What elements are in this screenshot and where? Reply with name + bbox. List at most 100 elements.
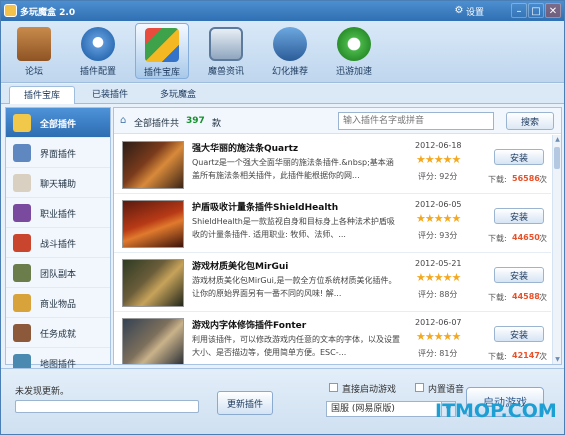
toolbar-transmog-label: 幻化推荐 [271, 67, 308, 77]
rating-stars-icon: ★★★★★ [416, 153, 461, 166]
voice-checkbox[interactable] [415, 383, 424, 392]
house-icon [17, 27, 51, 61]
search-input[interactable] [338, 112, 494, 130]
list-item[interactable]: 游戏材质美化包MirGui 游戏材质美化包MirGui,是一款全方位系统材质美化… [114, 253, 551, 312]
list-header: ⌂ 全部插件共 397 款 搜索 [114, 108, 561, 134]
list-item[interactable]: 强大华丽的施法条Quartz Quartz是一个强大全面华丽的施法条插件.&nb… [114, 135, 551, 194]
download-count: 56586 [512, 174, 540, 183]
list-item[interactable]: 护盾吸收计量条插件ShieldHealth ShieldHealth是一款监视自… [114, 194, 551, 253]
tab-bar: 插件宝库 已装插件 多玩魔盒 [1, 84, 564, 104]
plugin-description: Quartz是一个强大全面华丽的施法条插件.&nbsp;基本涵盖所有施法条相关插… [192, 158, 394, 180]
scroll-up-icon[interactable]: ▲ [553, 135, 562, 144]
download-label: 下载: [488, 352, 507, 361]
toolbar-forum-label: 论坛 [24, 67, 43, 77]
total-count: 397 [186, 116, 205, 126]
update-progress-bar [15, 400, 199, 413]
toolbar-wow-news-label: 魔兽资讯 [207, 67, 244, 77]
main-toolbar: 论坛 插件配置 插件宝库 魔兽资讯 幻化推荐 迅游加速 [1, 21, 564, 83]
title-bar: 多玩魔盒 2.0 ⚙ 设置 – □ ✕ [1, 1, 564, 21]
sidebar-item-quest[interactable]: 任务成就 [6, 318, 110, 348]
sidebar-item-label: 战斗插件 [40, 240, 77, 250]
plugin-thumbnail [122, 200, 184, 248]
sidebar-item-label: 团队副本 [40, 270, 77, 280]
watermark: ITMOP.COM [435, 400, 557, 422]
plugin-date: 2012-05-21 [415, 259, 462, 268]
download-unit: 次 [539, 352, 547, 361]
plugin-name[interactable]: 护盾吸收计量条插件ShieldHealth [192, 200, 338, 213]
toolbar-plugin-config[interactable]: 插件配置 [71, 23, 125, 79]
close-button[interactable]: ✕ [545, 3, 561, 18]
speed-icon [337, 27, 371, 61]
download-label: 下载: [488, 293, 507, 302]
toolbar-wow-news[interactable]: 魔兽资讯 [199, 23, 253, 79]
toolbar-plugin-store-label: 插件宝库 [143, 68, 180, 78]
download-label: 下载: [488, 175, 507, 184]
update-plugins-button[interactable]: 更新插件 [217, 391, 273, 415]
toolbar-forum[interactable]: 论坛 [7, 23, 61, 79]
search-button[interactable]: 搜索 [506, 112, 554, 130]
sidebar-item-class[interactable]: 职业插件 [6, 198, 110, 228]
disc-icon [81, 27, 115, 61]
class-icon [13, 204, 31, 222]
plugin-score: 评分: 92分 [418, 172, 458, 181]
voice-label: 内置语音 [428, 385, 465, 395]
app-logo-icon [4, 4, 17, 17]
sidebar-item-ui[interactable]: 界面插件 [6, 138, 110, 168]
ui-plugin-icon [13, 144, 31, 162]
plugin-description: 利用该插件，可以修改游戏内任意的文本的字体，以及设置大小、是否描边等，使用简单方… [192, 335, 400, 357]
main-window: 多玩魔盒 2.0 ⚙ 设置 – □ ✕ 论坛 插件配置 插件宝库 魔兽资讯 幻化… [0, 0, 565, 435]
plugin-thumbnail [122, 318, 184, 364]
all-plugins-icon [13, 114, 31, 132]
download-unit: 次 [539, 234, 547, 243]
server-select-value: 国服 (网易原版) [331, 404, 395, 414]
plugin-name[interactable]: 游戏材质美化包MirGui [192, 259, 288, 272]
sidebar-item-combat[interactable]: 战斗插件 [6, 228, 110, 258]
toolbar-xunyou-boost-label: 迅游加速 [335, 67, 372, 77]
list-scrollbar[interactable]: ▲ ▼ [552, 135, 561, 364]
maximize-button[interactable]: □ [528, 3, 544, 18]
sidebar-item-raid[interactable]: 团队副本 [6, 258, 110, 288]
install-button[interactable]: 安装 [494, 267, 544, 283]
sidebar-item-label: 任务成就 [40, 330, 77, 340]
toolbar-transmog[interactable]: 幻化推荐 [263, 23, 317, 79]
plugin-name[interactable]: 强大华丽的施法条Quartz [192, 141, 298, 154]
plugin-score: 评分: 93分 [418, 231, 458, 240]
install-button[interactable]: 安装 [494, 326, 544, 342]
raid-icon [13, 264, 31, 282]
total-unit: 款 [212, 119, 222, 129]
tab-duowan-mohe[interactable]: 多玩魔盒 [145, 86, 211, 104]
settings-icon[interactable]: ⚙ [453, 3, 465, 18]
update-status: 未发现更新。 [15, 387, 70, 397]
sidebar-item-label: 全部插件 [40, 120, 77, 130]
tab-installed-plugins[interactable]: 已装插件 [77, 86, 143, 104]
sidebar-item-all[interactable]: 全部插件 [6, 108, 110, 138]
toolbar-xunyou-boost[interactable]: 迅游加速 [327, 23, 381, 79]
toolbar-plugin-store[interactable]: 插件宝库 [135, 23, 189, 79]
download-count: 44588 [512, 292, 540, 301]
tab-plugin-store[interactable]: 插件宝库 [9, 86, 75, 104]
sidebar-item-chat[interactable]: 聊天辅助 [6, 168, 110, 198]
install-button[interactable]: 安装 [494, 208, 544, 224]
plugin-thumbnail [122, 259, 184, 307]
settings-label[interactable]: 设置 [466, 5, 484, 18]
direct-start-checkbox[interactable] [329, 383, 338, 392]
rating-stars-icon: ★★★★★ [416, 330, 461, 343]
plugin-date: 2012-06-05 [415, 200, 462, 209]
sidebar-item-trade[interactable]: 商业物品 [6, 288, 110, 318]
sidebar-item-label: 商业物品 [40, 300, 77, 310]
plugin-list: 强大华丽的施法条Quartz Quartz是一个强大全面华丽的施法条插件.&nb… [114, 135, 551, 364]
scroll-thumb[interactable] [554, 147, 560, 169]
scroll-down-icon[interactable]: ▼ [553, 355, 562, 364]
list-item[interactable]: 游戏内字体修饰插件Fonter 利用该插件，可以修改游戏内任意的文本的字体，以及… [114, 312, 551, 364]
news-icon [209, 27, 243, 61]
download-label: 下载: [488, 234, 507, 243]
minimize-button[interactable]: – [511, 3, 527, 18]
shield-icon [273, 27, 307, 61]
category-sidebar: 全部插件 界面插件 聊天辅助 职业插件 战斗插件 团队副本 商业物品 任务成就 [5, 107, 111, 378]
plugin-name[interactable]: 游戏内字体修饰插件Fonter [192, 318, 306, 331]
grid-icon [145, 28, 179, 62]
plugin-list-panel: ⌂ 全部插件共 397 款 搜索 强大华丽的施法条Quartz Quartz是一… [113, 107, 562, 365]
rating-stars-icon: ★★★★★ [416, 271, 461, 284]
install-button[interactable]: 安装 [494, 149, 544, 165]
home-icon: ⌂ [120, 115, 127, 126]
